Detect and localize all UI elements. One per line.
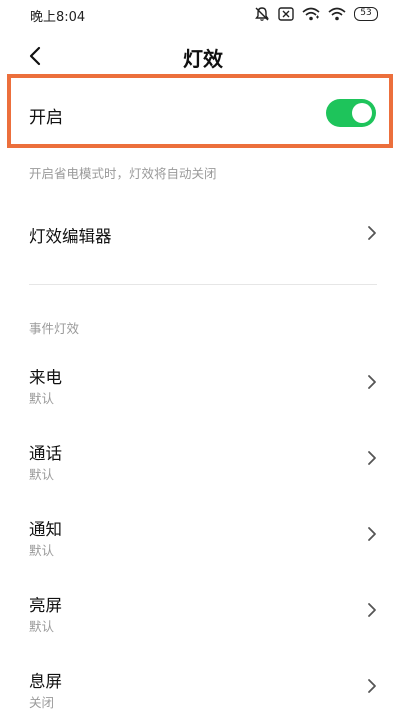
chevron-right-icon: [368, 226, 376, 240]
chevron-right-icon: [368, 375, 376, 389]
chevron-right-icon: [368, 451, 376, 465]
switch-knob: [352, 103, 372, 123]
event-value: 默认: [29, 391, 55, 406]
status-bar: 晚上8:04 53: [0, 0, 406, 30]
enable-label: 开启: [29, 108, 63, 128]
chevron-right-icon: [368, 679, 376, 693]
enable-row[interactable]: 开启: [0, 80, 406, 144]
event-label: 息屏: [29, 672, 62, 691]
event-value: 默认: [29, 467, 55, 482]
event-row-screen-on[interactable]: 亮屏 默认: [0, 584, 406, 644]
event-row-call[interactable]: 通话 默认: [0, 432, 406, 492]
event-label: 通话: [29, 444, 62, 463]
event-value: 关闭: [29, 695, 55, 710]
header: 灯效: [0, 34, 406, 78]
sim-off-icon: [278, 7, 294, 21]
battery-icon: 53: [354, 7, 378, 21]
status-icons: 53: [254, 6, 378, 22]
alarm-off-icon: [254, 6, 270, 22]
event-row-incoming-call[interactable]: 来电 默认: [0, 356, 406, 416]
event-label: 来电: [29, 368, 62, 387]
event-row-screen-off[interactable]: 息屏 关闭: [0, 660, 406, 718]
page-title: 灯效: [183, 47, 223, 71]
event-row-notification[interactable]: 通知 默认: [0, 508, 406, 568]
event-label: 通知: [29, 520, 62, 539]
event-label: 亮屏: [29, 596, 62, 615]
event-value: 默认: [29, 619, 55, 634]
chevron-right-icon: [368, 603, 376, 617]
wifi-signal-icon: [302, 7, 320, 21]
light-editor-label: 灯效编辑器: [29, 227, 112, 246]
enable-switch[interactable]: [326, 99, 376, 127]
wifi-icon: [328, 7, 346, 21]
light-editor-row[interactable]: 灯效编辑器: [0, 205, 406, 261]
power-saving-hint: 开启省电模式时，灯效将自动关闭: [29, 166, 217, 181]
divider: [29, 284, 377, 285]
event-value: 默认: [29, 543, 55, 558]
section-title: 事件灯效: [29, 321, 80, 336]
chevron-right-icon: [368, 527, 376, 541]
status-time: 晚上8:04: [30, 10, 86, 25]
